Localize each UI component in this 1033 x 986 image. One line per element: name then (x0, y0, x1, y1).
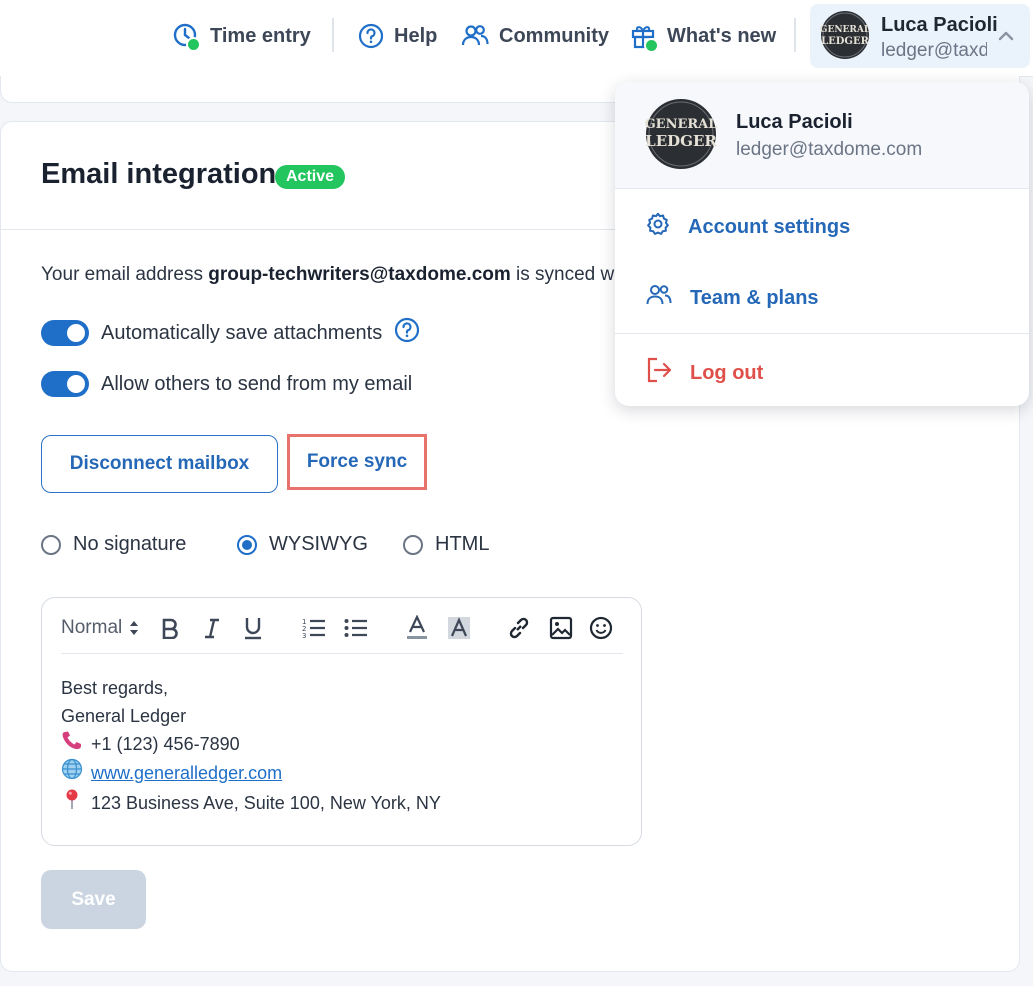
disconnect-mailbox-button[interactable]: Disconnect mailbox (41, 435, 278, 493)
nav-divider (794, 18, 796, 52)
user-menu-button[interactable]: GENERALLEDGER Luca Pacioli ledger@taxdom… (810, 4, 1030, 68)
italic-icon[interactable] (200, 614, 224, 642)
phone-icon (61, 730, 83, 758)
signature-line: +1 (123) 456-7890 (61, 730, 441, 758)
synced-text: Your email address group-techwriters@tax… (41, 264, 615, 285)
dropdown-user-email: ledger@taxdome.com (736, 139, 923, 160)
radio-circle-selected[interactable] (237, 534, 257, 555)
ordered-list-icon[interactable]: 123 (301, 614, 327, 642)
radio-html[interactable]: HTML (403, 533, 489, 556)
signature-line: 123 Business Ave, Suite 100, New York, N… (61, 788, 441, 818)
bullet-list-icon[interactable] (343, 614, 369, 642)
divider (615, 333, 1029, 334)
time-entry-link[interactable]: Time entry (172, 18, 311, 54)
log-out-icon (646, 357, 672, 389)
svg-text:3: 3 (302, 632, 306, 639)
account-settings-item[interactable]: Account settings (646, 212, 850, 242)
link-icon[interactable] (506, 614, 532, 642)
save-attachments-label: Automatically save attachments (101, 321, 383, 344)
help-icon[interactable] (394, 317, 420, 349)
avatar-text-top: GENERAL (820, 25, 870, 35)
team-plans-item[interactable]: Team & plans (646, 284, 819, 312)
globe-icon (61, 758, 83, 788)
radio-label: No signature (73, 533, 187, 555)
log-out-label: Log out (690, 361, 764, 384)
text-color-icon[interactable] (404, 614, 430, 642)
synced-email: group-techwriters@taxdome.com (208, 264, 511, 285)
log-out-item[interactable]: Log out (646, 357, 763, 389)
team-plans-label: Team & plans (690, 286, 819, 309)
user-email: ledger@taxdome.com (881, 40, 987, 61)
avatar-text-bottom: LEDGER (645, 132, 717, 150)
signature-line: General Ledger (61, 706, 187, 726)
nav-divider (332, 18, 334, 52)
radio-label: HTML (435, 533, 490, 555)
avatar: GENERAL LEDGER (645, 98, 717, 175)
avatar: GENERAL LEDGER (820, 10, 871, 65)
status-badge: Active (275, 165, 346, 189)
gear-icon (646, 212, 670, 242)
dropdown-header: GENERAL LEDGER Luca Pacioli ledger@taxdom… (615, 82, 1029, 189)
team-icon (646, 284, 672, 312)
help-icon (358, 23, 384, 49)
avatar-text-bottom: LEDGER (821, 36, 869, 47)
underline-icon[interactable] (241, 614, 265, 642)
image-icon[interactable] (548, 614, 574, 642)
chevron-up-icon (996, 26, 1016, 51)
radio-wysiwyg[interactable]: WYSIWYG (237, 533, 368, 556)
save-attachments-row: Automatically save attachments (41, 317, 420, 349)
whats-new-link[interactable]: What's new (630, 18, 776, 54)
radio-label: WYSIWYG (269, 533, 368, 555)
save-button[interactable]: Save (41, 870, 146, 929)
community-icon (461, 23, 489, 49)
allow-others-label: Allow others to send from my email (101, 372, 413, 395)
signature-line: Best regards, (61, 678, 169, 698)
emoji-icon[interactable] (588, 614, 614, 642)
signature-line: www.generalledger.com (61, 758, 441, 788)
signature-editor[interactable]: Normal 123 Best regards, General Ledger … (41, 597, 642, 846)
pin-icon (61, 788, 83, 818)
avatar-text-top: GENERAL (645, 117, 717, 132)
user-name: Luca Pacioli (881, 14, 998, 36)
whats-new-label: What's new (667, 24, 777, 47)
clock-icon (172, 22, 201, 52)
dropdown-user-name: Luca Pacioli (736, 111, 853, 133)
radio-circle[interactable] (403, 534, 423, 555)
save-attachments-toggle[interactable] (41, 320, 89, 346)
allow-others-toggle[interactable] (41, 371, 89, 397)
allow-others-row: Allow others to send from my email (41, 371, 412, 397)
editor-toolbar: Normal 123 (61, 608, 623, 654)
user-dropdown-menu: GENERAL LEDGER Luca Pacioli ledger@taxdom… (615, 82, 1029, 406)
force-sync-button[interactable]: Force sync (287, 434, 427, 490)
radio-circle[interactable] (41, 534, 61, 555)
website-link[interactable]: www.generalledger.com (91, 759, 282, 787)
bold-icon[interactable] (158, 614, 182, 642)
editor-content[interactable]: Best regards, General Ledger +1 (123) 45… (61, 674, 441, 818)
community-link[interactable]: Community (461, 18, 609, 54)
time-entry-label: Time entry (210, 24, 311, 47)
page-title: Email integration (41, 158, 277, 190)
top-bar: Time entry Help Community What's new GEN… (0, 0, 1033, 77)
sort-arrows-icon (130, 621, 139, 635)
help-label: Help (394, 24, 438, 47)
highlight-color-icon[interactable] (446, 614, 472, 642)
format-select[interactable]: Normal (61, 614, 140, 642)
gift-icon (630, 22, 659, 53)
community-label: Community (499, 24, 609, 47)
radio-no-signature[interactable]: No signature (41, 533, 186, 556)
help-link[interactable]: Help (358, 18, 437, 54)
account-settings-label: Account settings (688, 215, 851, 238)
